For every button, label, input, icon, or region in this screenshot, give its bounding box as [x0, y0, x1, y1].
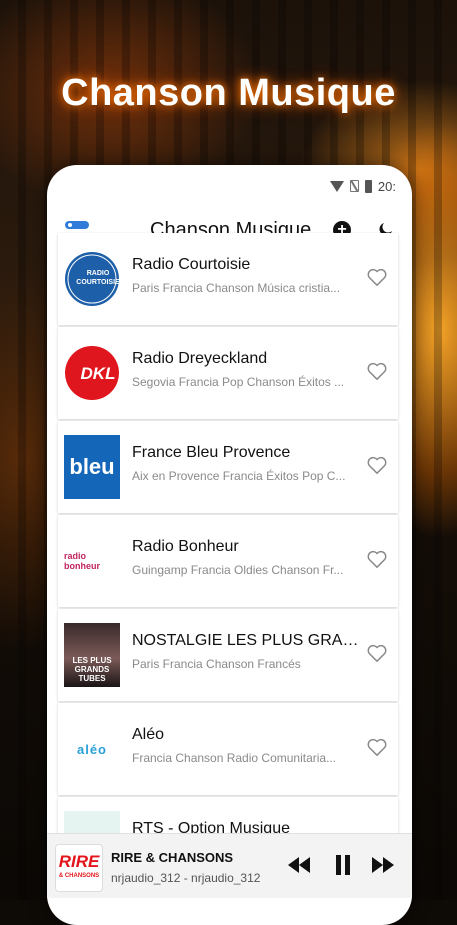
no-sim-icon	[349, 180, 359, 192]
station-description: Aix en Provence Francia Éxitos Pop C...	[132, 469, 346, 483]
heart-icon[interactable]	[366, 643, 388, 663]
station-description: Segovia Francia Pop Chanson Éxitos ...	[132, 375, 345, 389]
station-card-aleo[interactable]: aléo Aléo Francia Chanson Radio Comunita…	[58, 703, 398, 795]
station-name: France Bleu Provence	[132, 444, 291, 461]
logo-text: radio bonheur	[64, 551, 100, 571]
player-logo-text: RIRE	[58, 852, 100, 871]
station-description: Paris Francia Chanson Francés	[132, 657, 301, 671]
station-logo: DKL	[64, 341, 120, 405]
pause-icon[interactable]	[330, 854, 356, 876]
station-description: Paris Francia Chanson Música cristia...	[132, 281, 341, 295]
status-time: 20:	[377, 178, 396, 194]
logo-text: bleu	[69, 454, 115, 479]
logo-text: DKL	[80, 364, 116, 383]
wifi-icon	[329, 180, 344, 192]
heart-icon[interactable]	[366, 737, 388, 757]
rewind-icon[interactable]	[286, 854, 312, 876]
logo-text: aléo	[76, 741, 107, 757]
station-card-radio-courtoisie[interactable]: RADIO COURTOISIE Radio Courtoisie Paris …	[58, 233, 398, 325]
station-logo: radio bonheur	[64, 529, 120, 593]
heart-icon[interactable]	[366, 455, 388, 475]
station-logo: RADIO COURTOISIE	[64, 247, 120, 311]
station-card-nostalgie[interactable]: LES PLUS GRANDS TUBES NOSTALGIE LES PLUS…	[58, 609, 398, 701]
station-name: Aléo	[132, 726, 165, 743]
promo-title: Chanson Musique	[61, 72, 396, 114]
heart-icon[interactable]	[366, 549, 388, 569]
station-description: Francia Chanson Radio Comunitaria...	[132, 751, 337, 765]
station-name: Radio Courtoisie	[132, 256, 251, 273]
heart-icon[interactable]	[366, 267, 388, 287]
station-card-radio-bonheur[interactable]: radio bonheur Radio Bonheur Guingamp Fra…	[58, 515, 398, 607]
player-title: RIRE & CHANSONS	[111, 850, 234, 865]
station-name: NOSTALGIE LES PLUS GRAN...	[132, 632, 360, 649]
station-card-radio-dreyeckland[interactable]: DKL Radio Dreyeckland Segovia Francia Po…	[58, 327, 398, 419]
station-logo: LES PLUS GRANDS TUBES	[64, 623, 120, 687]
station-logo: aléo	[64, 717, 120, 781]
player-logo-subtext: & CHANSONS	[58, 873, 100, 879]
status-bar: 20:	[329, 175, 396, 197]
battery-icon	[364, 179, 372, 193]
fast-forward-icon[interactable]	[370, 854, 396, 876]
phone-screen: 20: Chanson Musique + RADIO COURTOISIE R…	[47, 165, 412, 925]
station-card-france-bleu-provence[interactable]: bleu France Bleu Provence Aix en Provenc…	[58, 421, 398, 513]
player-subtitle: nrjaudio_312 - nrjaudio_312	[111, 871, 261, 885]
station-name: Radio Bonheur	[132, 538, 239, 555]
station-logo: bleu	[64, 435, 120, 499]
heart-icon[interactable]	[366, 361, 388, 381]
logo-text: RADIO COURTOISIE	[76, 270, 120, 286]
station-description: Guingamp Francia Oldies Chanson Fr...	[132, 563, 344, 577]
station-name: Radio Dreyeckland	[132, 350, 268, 367]
mini-player[interactable]: RIRE & CHANSONS RIRE & CHANSONS nrjaudio…	[47, 833, 412, 898]
player-logo: RIRE & CHANSONS	[55, 844, 103, 892]
logo-text: LES PLUS GRANDS TUBES	[72, 656, 112, 683]
